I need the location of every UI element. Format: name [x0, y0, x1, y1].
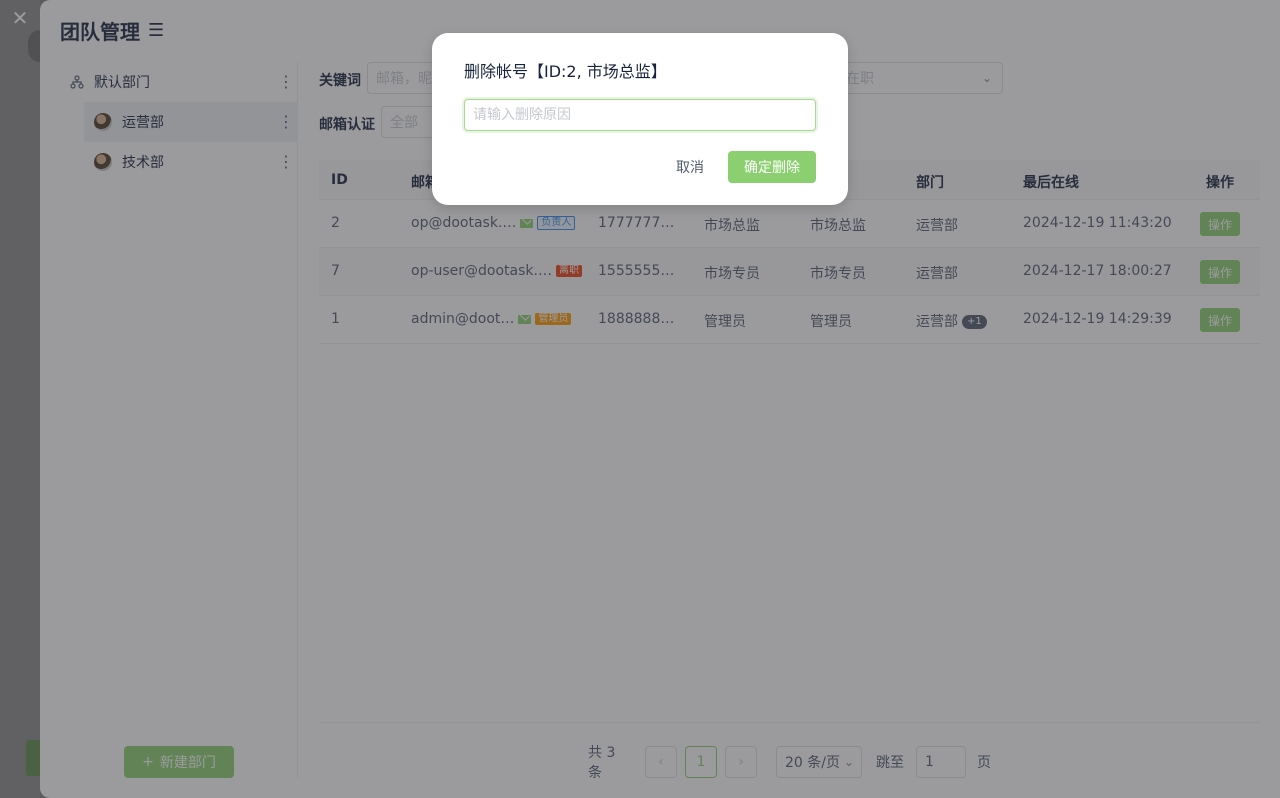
confirm-delete-button[interactable]: 确定删除 [728, 151, 816, 183]
cancel-button[interactable]: 取消 [664, 151, 716, 183]
delete-account-dialog: 删除帐号【ID:2, 市场总监】 取消 确定删除 [432, 33, 848, 205]
delete-reason-input[interactable] [464, 99, 816, 131]
dialog-title: 删除帐号【ID:2, 市场总监】 [464, 62, 667, 81]
